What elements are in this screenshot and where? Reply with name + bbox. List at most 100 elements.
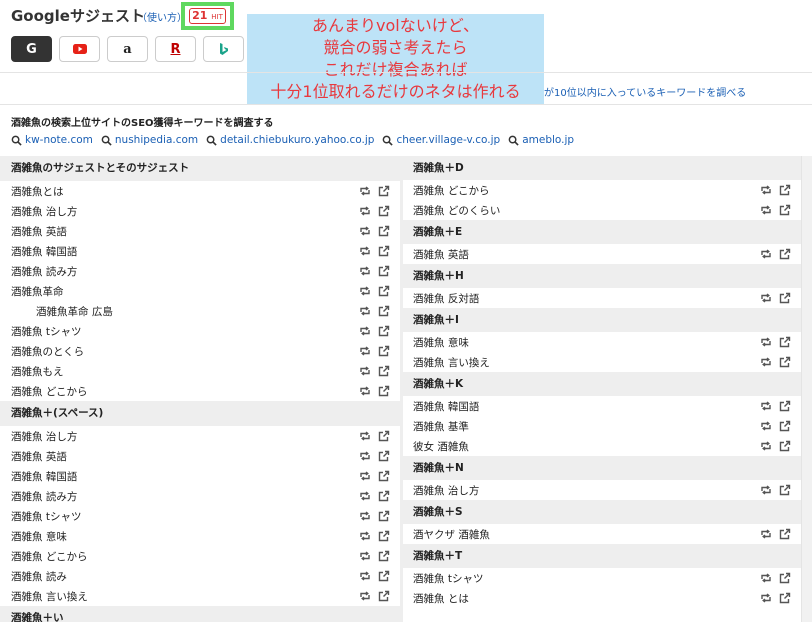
retweet-icon[interactable] xyxy=(359,550,371,562)
external-link-icon[interactable] xyxy=(378,345,390,357)
suggest-keyword[interactable]: 酒雑魚 どこから xyxy=(413,183,801,198)
retweet-icon[interactable] xyxy=(760,336,772,348)
suggest-keyword[interactable]: 酒雑魚 英語 xyxy=(11,449,400,464)
suggest-row[interactable]: 酒雑魚 治し方 xyxy=(403,480,801,500)
suggest-keyword[interactable]: 酒雑魚 どのくらい xyxy=(413,203,801,218)
retweet-icon[interactable] xyxy=(760,400,772,412)
retweet-icon[interactable] xyxy=(359,305,371,317)
suggest-row[interactable]: 酒雑魚 英語 xyxy=(0,446,400,466)
retweet-icon[interactable] xyxy=(359,265,371,277)
external-link-icon[interactable] xyxy=(779,400,791,412)
suggest-keyword[interactable]: 酒雑魚 韓国語 xyxy=(11,244,400,259)
retweet-icon[interactable] xyxy=(359,245,371,257)
suggest-row[interactable]: 酒雑魚 どのくらい xyxy=(403,200,801,220)
retweet-icon[interactable] xyxy=(760,440,772,452)
suggest-keyword[interactable]: 酒雑魚 意味 xyxy=(413,335,801,350)
suggest-keyword[interactable]: 酒雑魚 どこから xyxy=(11,384,400,399)
suggest-keyword[interactable]: 酒雑魚 tシャツ xyxy=(11,324,400,339)
amazon-button[interactable]: a xyxy=(107,36,148,62)
suggest-row[interactable]: 酒雑魚 読み xyxy=(0,566,400,586)
external-link-icon[interactable] xyxy=(378,265,390,277)
suggest-keyword[interactable]: 酒雑魚 韓国語 xyxy=(11,469,400,484)
retweet-icon[interactable] xyxy=(760,528,772,540)
external-link-icon[interactable] xyxy=(779,356,791,368)
retweet-icon[interactable] xyxy=(760,420,772,432)
external-link-icon[interactable] xyxy=(378,285,390,297)
suggest-row[interactable]: 酒雑魚革命 広島 xyxy=(0,301,400,321)
suggest-keyword[interactable]: 酒雑魚 読み方 xyxy=(11,264,400,279)
site-link[interactable]: cheer.village-v.co.jp xyxy=(382,134,500,146)
suggest-row[interactable]: 酒雑魚 どこから xyxy=(0,546,400,566)
external-link-icon[interactable] xyxy=(378,470,390,482)
site-link[interactable]: nushipedia.com xyxy=(101,134,198,146)
external-link-icon[interactable] xyxy=(378,225,390,237)
scrollbar[interactable] xyxy=(801,156,812,622)
bing-button[interactable] xyxy=(203,36,244,62)
suggest-keyword[interactable]: 酒雑魚革命 広島 xyxy=(36,304,400,319)
external-link-icon[interactable] xyxy=(378,590,390,602)
external-link-icon[interactable] xyxy=(779,336,791,348)
suggest-row[interactable]: 酒雑魚 とは xyxy=(403,588,801,608)
suggest-keyword[interactable]: 酒雑魚とは xyxy=(11,184,400,199)
retweet-icon[interactable] xyxy=(760,484,772,496)
suggest-keyword[interactable]: 酒雑魚 読み xyxy=(11,569,400,584)
external-link-icon[interactable] xyxy=(779,484,791,496)
suggest-row[interactable]: 酒雑魚 治し方 xyxy=(0,201,400,221)
retweet-icon[interactable] xyxy=(359,205,371,217)
external-link-icon[interactable] xyxy=(378,385,390,397)
retweet-icon[interactable] xyxy=(359,385,371,397)
retweet-icon[interactable] xyxy=(760,248,772,260)
suggest-keyword[interactable]: 酒雑魚のとくら xyxy=(11,344,400,359)
suggest-row[interactable]: 酒雑魚 反対語 xyxy=(403,288,801,308)
suggest-row[interactable]: 酒ヤクザ 酒雑魚 xyxy=(403,524,801,544)
suggest-keyword[interactable]: 酒雑魚 基準 xyxy=(413,419,801,434)
retweet-icon[interactable] xyxy=(760,356,772,368)
retweet-icon[interactable] xyxy=(359,450,371,462)
retweet-icon[interactable] xyxy=(359,185,371,197)
retweet-icon[interactable] xyxy=(359,510,371,522)
suggest-row[interactable]: 酒雑魚 言い換え xyxy=(0,586,400,606)
retweet-icon[interactable] xyxy=(359,285,371,297)
external-link-icon[interactable] xyxy=(378,510,390,522)
retweet-icon[interactable] xyxy=(359,365,371,377)
external-link-icon[interactable] xyxy=(779,592,791,604)
retweet-icon[interactable] xyxy=(760,592,772,604)
suggest-keyword[interactable]: 酒雑魚 英語 xyxy=(11,224,400,239)
suggest-row[interactable]: 酒雑魚 tシャツ xyxy=(0,321,400,341)
external-link-icon[interactable] xyxy=(779,248,791,260)
suggest-keyword[interactable]: 酒ヤクザ 酒雑魚 xyxy=(413,527,801,542)
retweet-icon[interactable] xyxy=(359,490,371,502)
suggest-keyword[interactable]: 酒雑魚 読み方 xyxy=(11,489,400,504)
external-link-icon[interactable] xyxy=(779,292,791,304)
suggest-row[interactable]: 酒雑魚革命 xyxy=(0,281,400,301)
suggest-keyword[interactable]: 酒雑魚革命 xyxy=(11,284,400,299)
suggest-keyword[interactable]: 酒雑魚 言い換え xyxy=(413,355,801,370)
suggest-row[interactable]: 酒雑魚 tシャツ xyxy=(0,506,400,526)
suggest-keyword[interactable]: 酒雑魚 言い換え xyxy=(11,589,400,604)
suggest-row[interactable]: 酒雑魚 言い換え xyxy=(403,352,801,372)
external-link-icon[interactable] xyxy=(378,305,390,317)
retweet-icon[interactable] xyxy=(760,572,772,584)
retweet-icon[interactable] xyxy=(359,345,371,357)
external-link-icon[interactable] xyxy=(779,528,791,540)
suggest-keyword[interactable]: 酒雑魚 意味 xyxy=(11,529,400,544)
retweet-icon[interactable] xyxy=(760,204,772,216)
retweet-icon[interactable] xyxy=(359,225,371,237)
external-link-icon[interactable] xyxy=(779,420,791,432)
suggest-row[interactable]: 酒雑魚とは xyxy=(0,181,400,201)
suggest-row[interactable]: 酒雑魚 tシャツ xyxy=(403,568,801,588)
suggest-keyword[interactable]: 酒雑魚 tシャツ xyxy=(11,509,400,524)
suggest-keyword[interactable]: 酒雑魚 韓国語 xyxy=(413,399,801,414)
external-link-icon[interactable] xyxy=(378,490,390,502)
external-link-icon[interactable] xyxy=(378,185,390,197)
retweet-icon[interactable] xyxy=(359,430,371,442)
suggest-row[interactable]: 酒雑魚 英語 xyxy=(403,244,801,264)
external-link-icon[interactable] xyxy=(378,365,390,377)
external-link-icon[interactable] xyxy=(378,450,390,462)
suggest-row[interactable]: 酒雑魚 基準 xyxy=(403,416,801,436)
retweet-icon[interactable] xyxy=(359,590,371,602)
external-link-icon[interactable] xyxy=(378,325,390,337)
external-link-icon[interactable] xyxy=(378,245,390,257)
suggest-row[interactable]: 酒雑魚 どこから xyxy=(0,381,400,401)
suggest-row[interactable]: 酒雑魚 治し方 xyxy=(0,426,400,446)
